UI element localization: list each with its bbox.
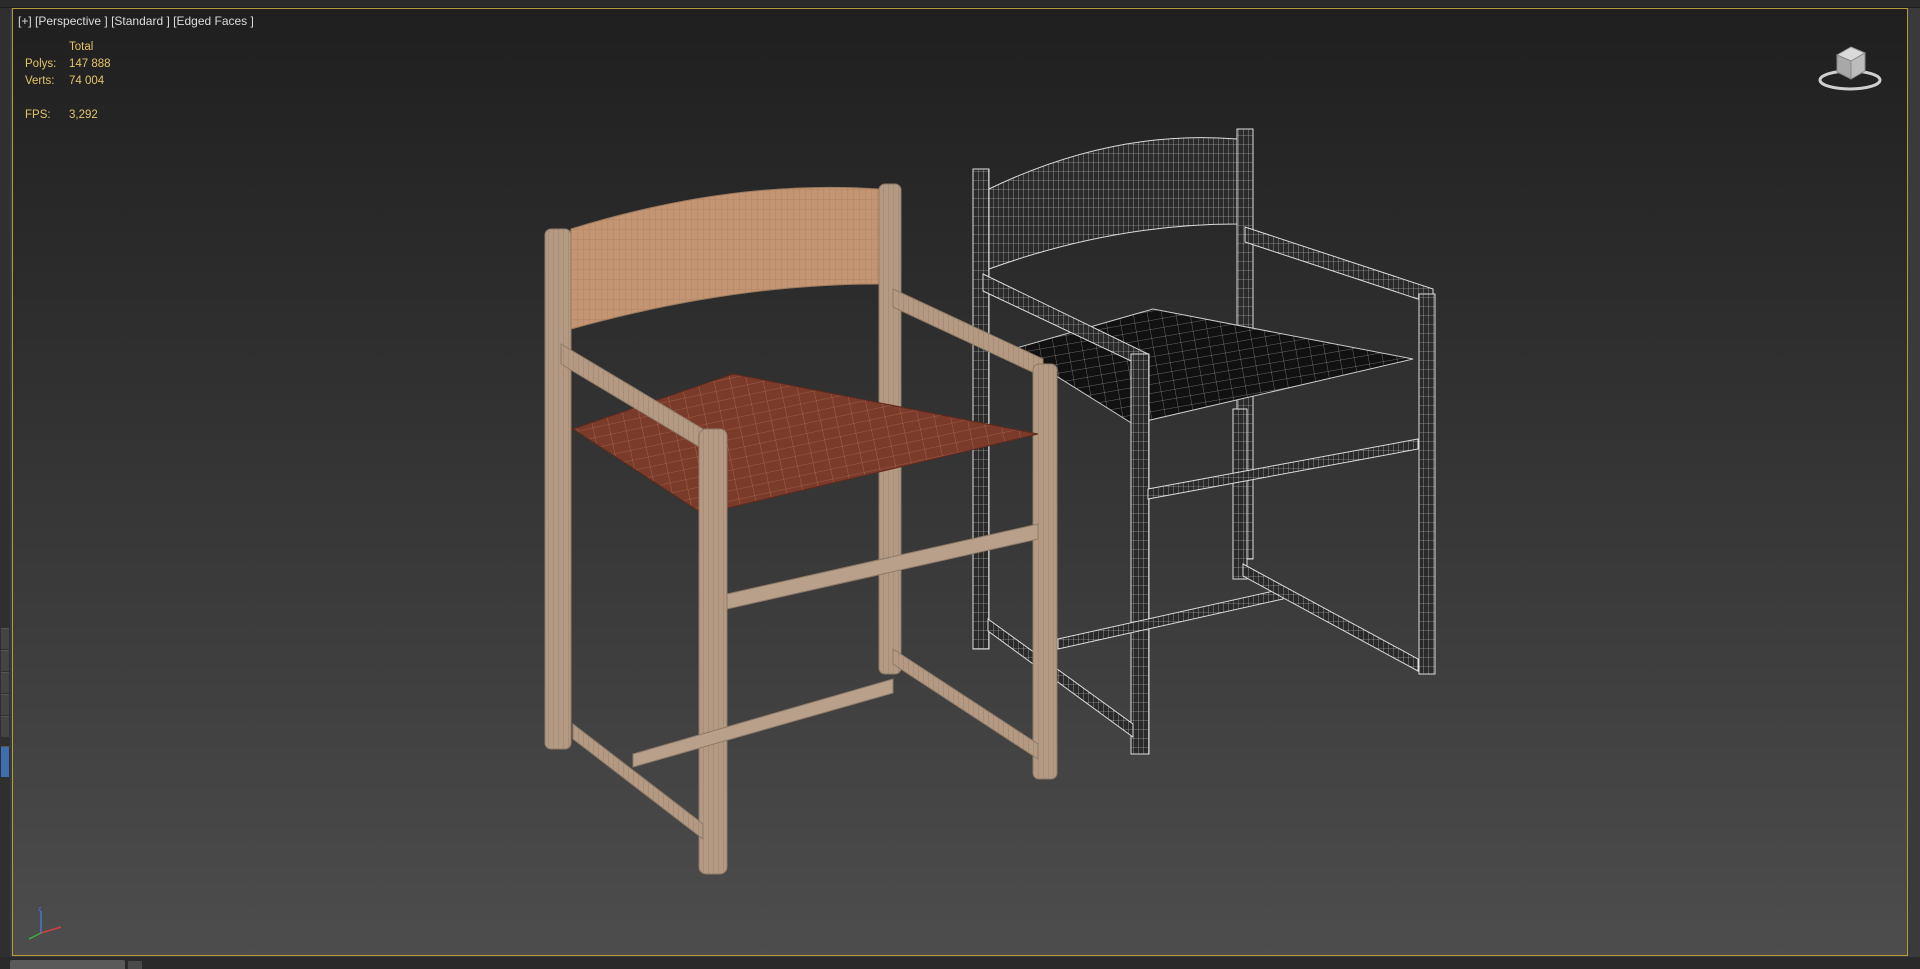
strip-button-active[interactable] (1, 746, 9, 777)
svg-text:z: z (38, 906, 42, 913)
perspective-viewport[interactable]: [+] [Perspective ] [Standard ] [Edged Fa… (12, 8, 1908, 956)
bottom-status-strip (0, 957, 1920, 969)
scene-render[interactable] (13, 9, 1907, 955)
strip-button[interactable] (1, 672, 9, 693)
strip-button[interactable] (1, 650, 9, 671)
bottom-tab-small[interactable] (128, 961, 142, 969)
strip-button[interactable] (1, 694, 9, 715)
viewcube-icon[interactable] (1815, 35, 1885, 95)
bottom-tab[interactable] (10, 960, 125, 969)
left-command-strip (0, 8, 10, 958)
top-toolbar-strip (0, 0, 1920, 8)
axis-tripod-icon: z (28, 906, 62, 940)
strip-button[interactable] (1, 628, 9, 649)
strip-button[interactable] (1, 716, 9, 737)
